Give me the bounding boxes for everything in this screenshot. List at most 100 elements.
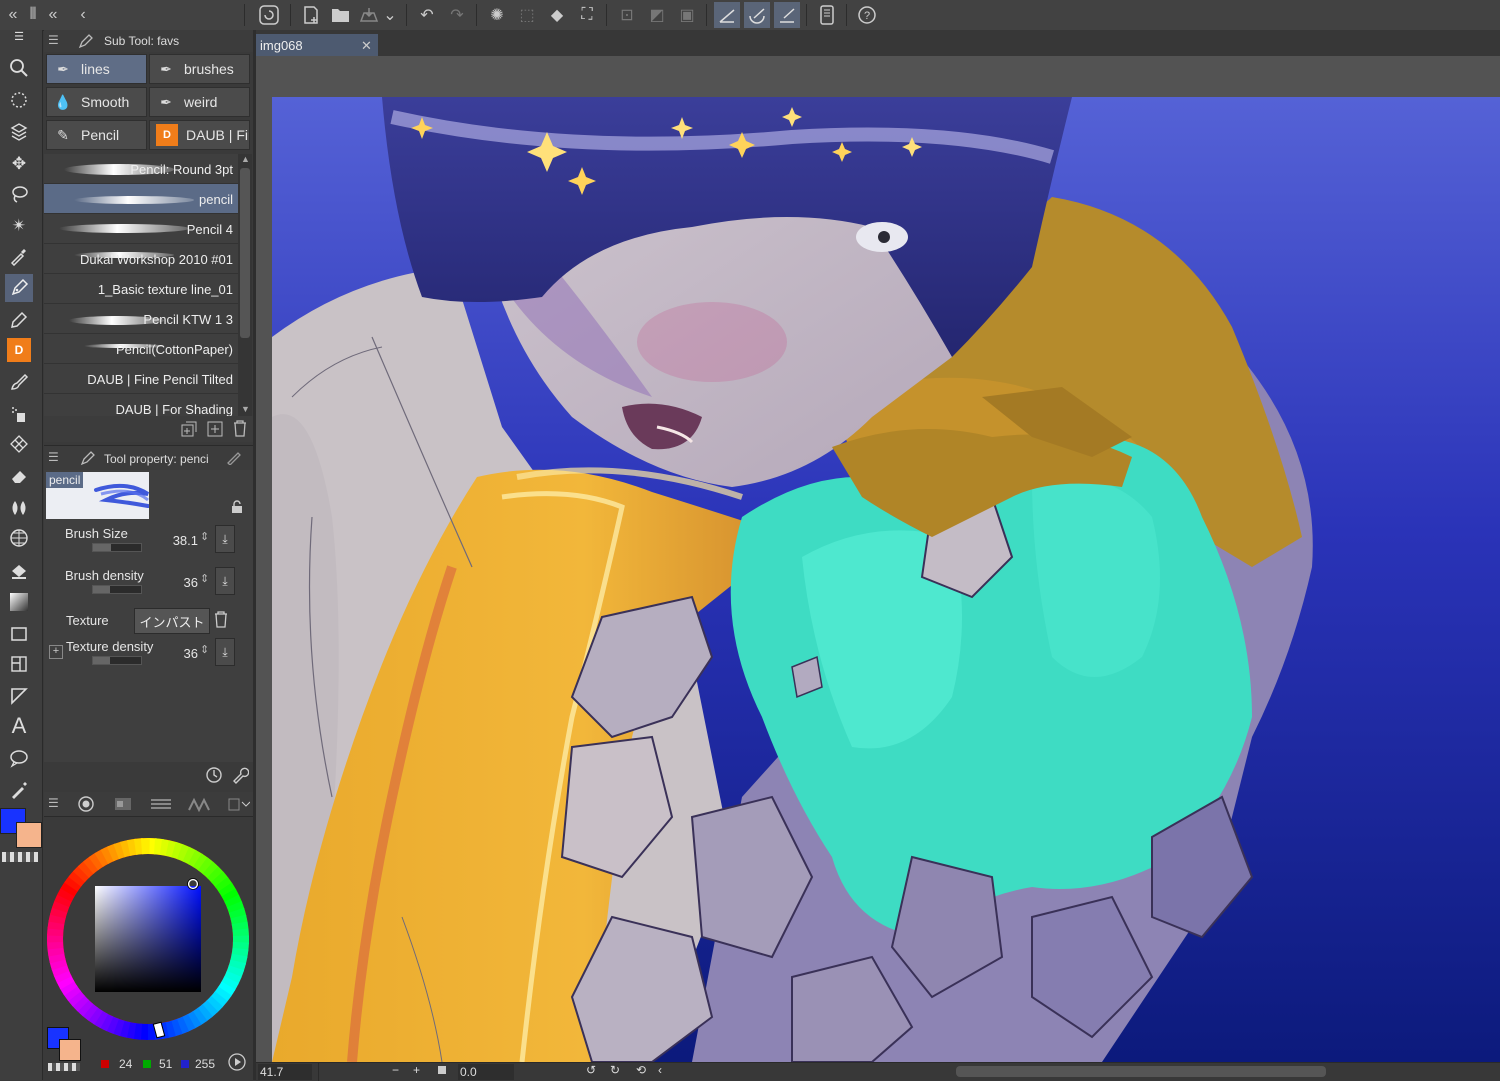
fill-bucket-icon[interactable] — [5, 558, 33, 586]
canvas-artwork[interactable] — [272, 97, 1500, 1062]
clip-studio-logo-icon[interactable] — [256, 2, 282, 28]
snap-ruler-icon[interactable] — [714, 2, 740, 28]
brush-size-pressure-icon[interactable]: ⤓ — [215, 525, 235, 553]
subtool-group-smooth[interactable]: 💧 Smooth — [46, 87, 147, 117]
decoration-icon[interactable] — [5, 430, 33, 458]
device-icon[interactable] — [814, 2, 840, 28]
rotation-value[interactable]: 0.0 — [458, 1064, 514, 1080]
eyedropper-icon[interactable] — [5, 242, 33, 270]
subtool-group-brushes[interactable]: ✒ brushes — [149, 54, 250, 84]
airbrush-icon[interactable] — [5, 400, 33, 428]
lasso-icon[interactable] — [5, 180, 33, 208]
reset-rotation-icon[interactable]: ⟲ — [636, 1063, 646, 1077]
spin-icon[interactable]: ⇕ — [200, 643, 209, 656]
move-icon[interactable]: ✥ — [5, 150, 33, 178]
frame-border-icon[interactable] — [5, 650, 33, 678]
texture-density-value[interactable]: 36 — [164, 646, 198, 661]
color-wheel-tab-icon[interactable] — [78, 796, 94, 815]
subtool-list-item[interactable]: Pencil(CottonPaper) — [44, 334, 238, 364]
pen-icon[interactable] — [5, 274, 33, 302]
spin-icon[interactable]: ⇕ — [200, 530, 209, 543]
brush-size-slider[interactable] — [92, 543, 142, 552]
redo-icon[interactable]: ↷ — [444, 2, 470, 28]
brush-icon[interactable] — [5, 368, 33, 396]
lock-icon[interactable] — [230, 500, 244, 517]
panel-menu-icon[interactable]: ☰ — [48, 796, 59, 810]
new-file-icon[interactable] — [298, 2, 324, 28]
rotate-left-icon[interactable]: ↺ — [586, 1063, 596, 1077]
scroll-up-icon[interactable]: ▲ — [241, 154, 250, 164]
brush-density-value[interactable]: 36 — [164, 575, 198, 590]
open-folder-icon[interactable] — [328, 2, 354, 28]
eraser-icon[interactable] — [5, 462, 33, 490]
zoom-out-icon[interactable]: − — [392, 1063, 399, 1077]
crop-icon[interactable]: ⊡ — [614, 2, 640, 28]
play-icon[interactable] — [228, 1053, 246, 1074]
subtool-list-item[interactable]: Pencil KTW 1 3 — [44, 304, 238, 334]
chevron-down-icon[interactable]: ⌄ — [382, 2, 398, 28]
magic-wand-icon[interactable]: ✴ — [5, 212, 33, 240]
transparent-color-chip[interactable] — [48, 1063, 80, 1071]
add-subtool-icon[interactable] — [206, 420, 224, 441]
gradient-icon[interactable] — [5, 588, 33, 616]
rotate-view-icon[interactable] — [5, 86, 33, 114]
green-value[interactable]: 51 — [159, 1057, 172, 1071]
color-history-tab-icon[interactable] — [228, 796, 251, 815]
selection-icon[interactable]: ⬚ — [514, 2, 540, 28]
subtool-group-daub[interactable]: D DAUB | Fin — [149, 120, 250, 150]
blend-icon[interactable] — [5, 494, 33, 522]
zoom-value[interactable]: 41.7 — [258, 1064, 312, 1080]
help-icon[interactable]: ? — [854, 2, 880, 28]
expand-icon[interactable]: + — [49, 645, 63, 659]
brush-density-slider[interactable] — [92, 585, 142, 594]
color-wheel[interactable] — [46, 837, 250, 1041]
zoom-in-icon[interactable]: + — [413, 1063, 420, 1077]
color-slider-tab-icon[interactable] — [114, 796, 132, 815]
panel-menu-icon[interactable]: ☰ — [48, 450, 59, 464]
mesh-transform-icon[interactable] — [5, 524, 33, 552]
texture-density-pressure-icon[interactable]: ⤓ — [215, 638, 235, 666]
sub-color-chip[interactable] — [16, 822, 42, 848]
intermediate-color-tab-icon[interactable] — [188, 796, 210, 815]
texture-density-slider[interactable] — [92, 656, 142, 665]
red-value[interactable]: 24 — [119, 1057, 132, 1071]
double-chevron-left-icon[interactable]: « — [40, 2, 66, 28]
correct-line-icon[interactable] — [5, 776, 33, 804]
undo-icon[interactable]: ↶ — [414, 2, 440, 28]
figure-icon[interactable] — [5, 620, 33, 648]
color-set-tab-icon[interactable] — [150, 796, 172, 815]
subtool-list-scrollbar[interactable]: ▲ ▼ — [238, 154, 252, 416]
trash-icon[interactable] — [213, 610, 229, 631]
document-tab[interactable]: img068 ✕ — [256, 34, 378, 56]
menu-icon[interactable]: ☰ — [5, 28, 33, 44]
subtool-list-item[interactable]: DAUB | Fine Pencil Tilted — [44, 364, 238, 394]
text-icon[interactable]: A — [5, 712, 33, 740]
loading-spinner-icon[interactable]: ✺ — [484, 2, 510, 28]
subtool-list-item[interactable]: Pencil: Round 3pt — [44, 154, 238, 184]
stop-icon[interactable] — [438, 1066, 446, 1074]
ruler-icon[interactable] — [5, 682, 33, 710]
texture-select[interactable]: インパスト — [134, 608, 210, 634]
reset-icon[interactable] — [205, 766, 223, 787]
fill-icon[interactable]: ◆ — [544, 2, 570, 28]
subtool-group-weird[interactable]: ✒ weird — [149, 87, 250, 117]
brush-size-value[interactable]: 38.1 — [164, 533, 198, 548]
copy-subtool-icon[interactable] — [180, 420, 198, 441]
snap-grid-icon[interactable] — [774, 2, 800, 28]
balloon-icon[interactable] — [5, 744, 33, 772]
cloud-export-icon[interactable] — [356, 2, 382, 28]
delete-subtool-icon[interactable] — [232, 419, 248, 440]
brush-density-pressure-icon[interactable]: ⤓ — [215, 567, 235, 595]
invert-selection-icon[interactable]: ▣ — [674, 2, 700, 28]
close-icon[interactable]: ✕ — [361, 38, 372, 54]
panel-menu-icon[interactable]: ☰ — [48, 33, 59, 47]
subtool-list-item[interactable]: Dukal Workshop 2010 #01 — [44, 244, 238, 274]
zoom-slider[interactable] — [318, 1063, 389, 1081]
blue-value[interactable]: 255 — [195, 1057, 215, 1071]
layer-move-icon[interactable] — [5, 118, 33, 146]
transparent-color-chip[interactable] — [2, 852, 38, 862]
wrench-icon[interactable] — [231, 766, 250, 787]
rotate-right-icon[interactable]: ↻ — [610, 1063, 620, 1077]
scroll-down-icon[interactable]: ▼ — [241, 404, 250, 414]
horizontal-scrollbar[interactable] — [956, 1066, 1326, 1077]
